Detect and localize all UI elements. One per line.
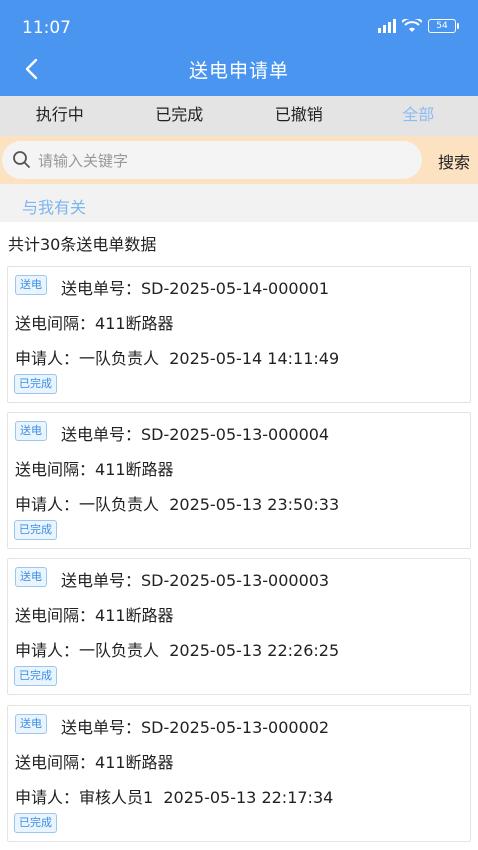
- record-list: 送电 送电单号：SD-2025-05-14-000001 送电间隔：411断路器…: [0, 260, 478, 850]
- page-title: 送电申请单: [188, 60, 289, 82]
- type-tag: 送电: [15, 421, 47, 441]
- app-header: 11:07 54 送电申请单: [0, 0, 478, 96]
- type-tag: 送电: [15, 567, 47, 587]
- record-interval: 送电间隔：411断路器: [15, 753, 174, 772]
- status-icons: 54: [376, 19, 459, 33]
- record-interval: 送电间隔：411断路器: [15, 314, 174, 333]
- type-tag: 送电: [15, 714, 47, 734]
- tab-bar: 执行中 已完成 已撤销 全部: [0, 96, 478, 136]
- filter-row: 与我有关: [0, 184, 478, 222]
- search-button[interactable]: 搜索: [438, 149, 470, 173]
- search-placeholder: 请输入关键字: [38, 151, 129, 170]
- record-number: 送电单号：SD-2025-05-14-000001: [61, 279, 330, 298]
- record-interval: 送电间隔：411断路器: [15, 606, 174, 625]
- search-input[interactable]: 请输入关键字: [2, 141, 422, 179]
- record-card[interactable]: 送电 送电单号：SD-2025-05-13-000002 送电间隔：411断路器…: [7, 705, 471, 842]
- status-badge: 已完成: [14, 666, 57, 686]
- record-card[interactable]: 送电 送电单号：SD-2025-05-13-000004 送电间隔：411断路器…: [7, 412, 471, 549]
- record-applicant: 申请人：一队负责人 2025-05-13 22:26:25: [15, 641, 340, 660]
- status-badge: 已完成: [14, 520, 57, 540]
- status-badge: 已完成: [14, 813, 57, 833]
- record-number: 送电单号：SD-2025-05-13-000002: [61, 718, 330, 737]
- tab-completed[interactable]: 已完成: [120, 96, 240, 136]
- result-summary: 共计30条送电单数据: [0, 222, 478, 260]
- record-applicant: 申请人：审核人员1 2025-05-13 22:17:34: [15, 788, 334, 807]
- status-time: 11:07: [22, 18, 71, 38]
- record-number: 送电单号：SD-2025-05-13-000003: [61, 571, 330, 590]
- record-number: 送电单号：SD-2025-05-13-000004: [61, 425, 330, 444]
- type-tag: 送电: [15, 275, 47, 295]
- record-applicant: 申请人：一队负责人 2025-05-13 23:50:33: [15, 495, 340, 514]
- record-applicant: 申请人：一队负责人 2025-05-14 14:11:49: [15, 349, 340, 368]
- filter-related-to-me[interactable]: 与我有关: [22, 194, 86, 218]
- record-card[interactable]: 送电 送电单号：SD-2025-05-14-000001 送电间隔：411断路器…: [7, 266, 471, 403]
- record-card[interactable]: 送电 送电单号：SD-2025-05-13-000003 送电间隔：411断路器…: [7, 558, 471, 695]
- tab-in-progress[interactable]: 执行中: [0, 96, 120, 136]
- search-icon: [13, 151, 30, 168]
- status-badge: 已完成: [14, 374, 57, 394]
- record-interval: 送电间隔：411断路器: [15, 460, 174, 479]
- tab-all[interactable]: 全部: [359, 96, 478, 136]
- battery-icon: 54: [428, 19, 459, 33]
- search-bar: 请输入关键字 搜索: [0, 136, 478, 184]
- tab-revoked[interactable]: 已撤销: [239, 96, 359, 136]
- result-count: 共计30条送电单数据: [8, 235, 157, 254]
- signal-icon: [378, 19, 396, 33]
- wifi-icon: [402, 19, 422, 32]
